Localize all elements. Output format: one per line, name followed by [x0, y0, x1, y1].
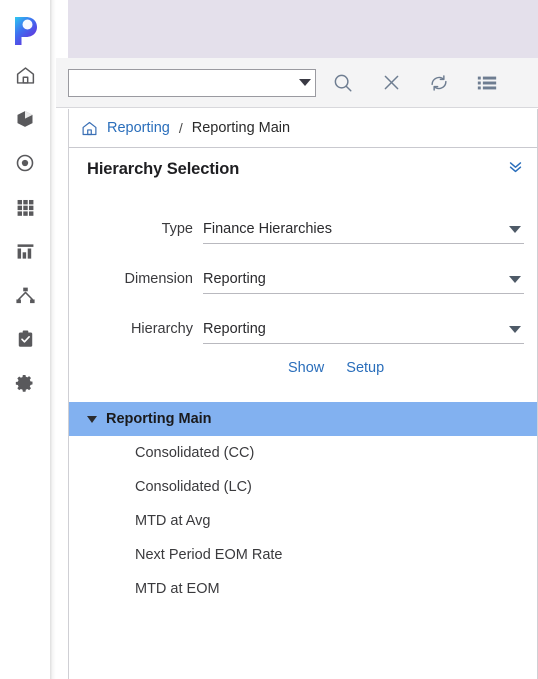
home-icon [15, 65, 36, 86]
refresh-button[interactable] [418, 61, 460, 105]
search-combobox[interactable] [68, 68, 316, 97]
hierarchy-selection-form: Type Finance Hierarchies Dimension Repor… [69, 190, 538, 376]
field-label-type: Type [161, 221, 193, 237]
toolbar [56, 58, 538, 108]
bar-chart-icon [16, 242, 35, 261]
tree-row[interactable]: Reporting Main [69, 402, 538, 436]
clipboard-check-icon [16, 329, 35, 349]
app-logo[interactable] [9, 12, 41, 48]
sidebar-item-focus[interactable] [8, 146, 42, 180]
sidebar-item-models[interactable] [8, 102, 42, 136]
search-button[interactable] [322, 61, 364, 105]
chevron-down-icon[interactable] [509, 325, 521, 333]
chevron-down-icon[interactable] [509, 225, 521, 233]
hierarchy-icon [15, 285, 36, 306]
sidebar-item-reports[interactable] [8, 234, 42, 268]
setup-link[interactable]: Setup [346, 360, 384, 376]
tree-row[interactable]: MTD at Avg [69, 504, 538, 538]
section-header: Hierarchy Selection [69, 148, 538, 190]
top-banner-gap [56, 0, 68, 58]
dimension-select-value: Reporting [203, 271, 266, 287]
breadcrumb-separator: / [178, 120, 183, 136]
hierarchy-select-value: Reporting [203, 321, 266, 337]
main-panel: Reporting / Reporting Main Hierarchy Sel… [68, 109, 538, 679]
close-icon [381, 72, 402, 93]
show-link[interactable]: Show [288, 360, 324, 376]
tree-item-label: MTD at Avg [135, 513, 211, 529]
search-icon [332, 72, 354, 94]
sidebar-item-home[interactable] [8, 58, 42, 92]
clear-button[interactable] [370, 61, 412, 105]
hierarchy-tree: Reporting Main Consolidated (CC) Consoli… [69, 402, 538, 606]
gear-icon [15, 373, 35, 393]
list-icon [476, 72, 498, 94]
refresh-icon [428, 72, 450, 94]
field-label-dimension: Dimension [124, 271, 194, 287]
tree-item-label: MTD at EOM [135, 581, 220, 597]
sidebar-item-grid[interactable] [8, 190, 42, 224]
tree-row[interactable]: Next Period EOM Rate [69, 538, 538, 572]
chevron-down-icon[interactable] [509, 275, 521, 283]
sidebar-item-hierarchy[interactable] [8, 278, 42, 312]
form-actions: Show Setup [87, 344, 524, 376]
breadcrumb-item-reporting-main: Reporting Main [191, 120, 291, 136]
tree-row[interactable]: Consolidated (CC) [69, 436, 538, 470]
chevron-double-down-icon [507, 158, 524, 180]
chevron-down-icon[interactable] [299, 79, 311, 86]
breadcrumb-item-reporting[interactable]: Reporting [107, 120, 170, 136]
field-dimension: Dimension Reporting [87, 244, 524, 294]
target-icon [15, 153, 35, 173]
tree-item-label: Reporting Main [106, 411, 212, 427]
cube-icon [15, 109, 35, 129]
list-view-button[interactable] [466, 61, 508, 105]
caret-down-icon[interactable] [87, 415, 97, 423]
field-type: Type Finance Hierarchies [87, 194, 524, 244]
tree-item-label: Consolidated (LC) [135, 479, 252, 495]
home-icon[interactable] [81, 120, 98, 137]
field-hierarchy: Hierarchy Reporting [87, 294, 524, 344]
tree-row[interactable]: Consolidated (LC) [69, 470, 538, 504]
type-select[interactable]: Finance Hierarchies [203, 221, 524, 244]
tree-row[interactable]: MTD at EOM [69, 572, 538, 606]
breadcrumb: Reporting / Reporting Main [69, 109, 538, 148]
hierarchy-select[interactable]: Reporting [203, 321, 524, 344]
tree-item-label: Consolidated (CC) [135, 445, 255, 461]
collapse-section-button[interactable] [507, 158, 524, 180]
grid-icon [16, 198, 35, 217]
top-banner [68, 0, 538, 58]
field-label-hierarchy: Hierarchy [130, 321, 193, 337]
tree-item-label: Next Period EOM Rate [135, 547, 283, 563]
sidebar-item-tasks[interactable] [8, 322, 42, 356]
dimension-select[interactable]: Reporting [203, 271, 524, 294]
type-select-value: Finance Hierarchies [203, 221, 332, 237]
sidebar-item-settings[interactable] [8, 366, 42, 400]
app-window: Reporting / Reporting Main Hierarchy Sel… [0, 0, 538, 679]
left-nav-rail [0, 0, 50, 679]
page-title: Hierarchy Selection [87, 159, 240, 178]
